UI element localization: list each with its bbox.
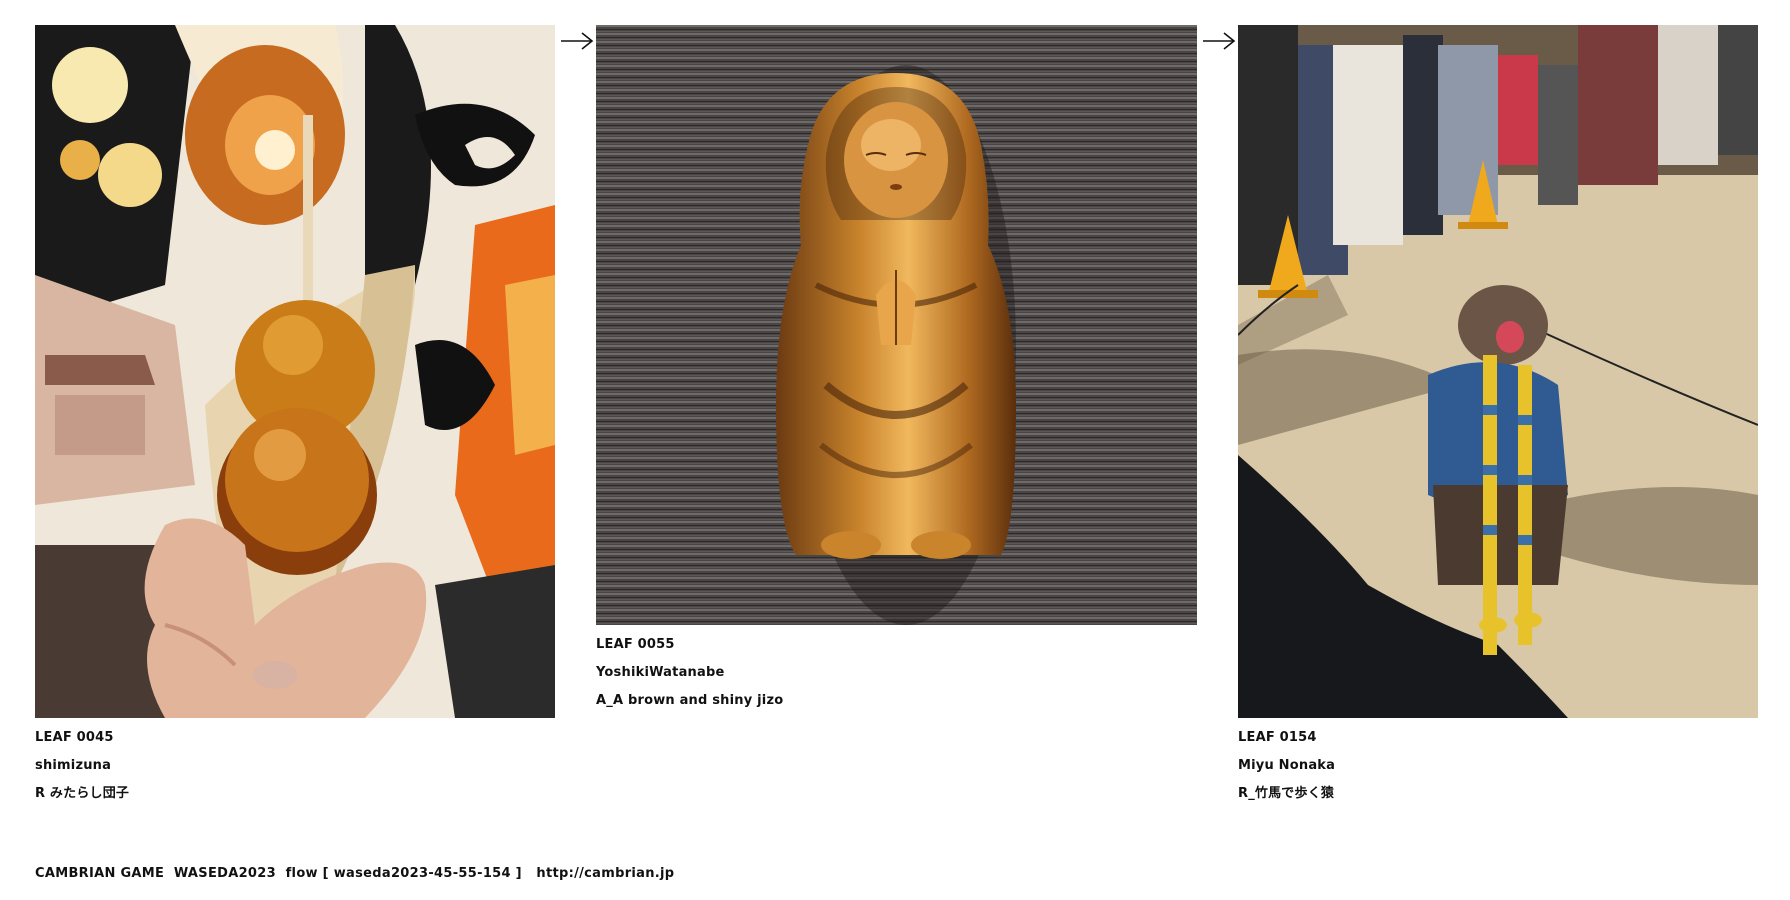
leaf-caption: R_竹馬で歩く猿 — [1238, 786, 1335, 801]
leaf-id[interactable]: LEAF 0055 — [596, 631, 783, 659]
leaf-id[interactable]: LEAF 0045 — [35, 724, 129, 752]
leaf-author[interactable]: shimizuna — [35, 752, 129, 780]
right-arrow-icon — [1203, 32, 1236, 50]
dango-photo[interactable] — [35, 25, 555, 718]
jizo-image[interactable] — [596, 25, 1197, 625]
right-arrow-icon — [561, 32, 594, 50]
leaf-author[interactable]: Miyu Nonaka — [1238, 752, 1335, 780]
leaf-caption: A_A brown and shiny jizo — [596, 693, 784, 708]
footer-credits[interactable]: CAMBRIAN GAME WASEDA2023 flow [ waseda20… — [35, 866, 674, 881]
leaf-author[interactable]: YoshikiWatanabe — [596, 659, 783, 687]
leaf-meta: LEAF 0045 shimizuna R みたらし団子 — [35, 724, 129, 808]
leaf-id[interactable]: LEAF 0154 — [1238, 724, 1335, 752]
leaf-caption: R みたらし団子 — [35, 786, 130, 801]
leaf-meta: LEAF 0154 Miyu Nonaka R_竹馬で歩く猿 — [1238, 724, 1335, 808]
monkey-photo[interactable] — [1238, 25, 1758, 718]
leaf-meta: LEAF 0055 YoshikiWatanabe A_A brown and … — [596, 631, 783, 715]
